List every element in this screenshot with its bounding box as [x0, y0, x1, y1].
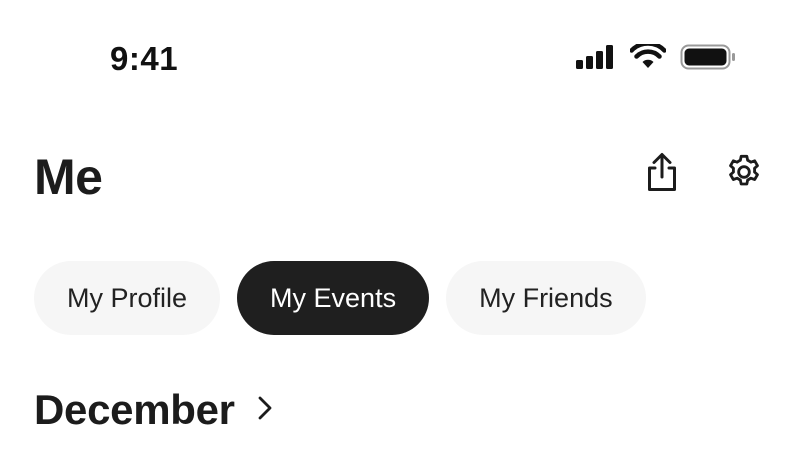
header-actions: [642, 152, 764, 196]
settings-button[interactable]: [724, 152, 764, 196]
month-title: December: [34, 386, 235, 433]
status-time: 9:41: [110, 40, 179, 77]
tab-my-profile[interactable]: My Profile: [34, 261, 221, 335]
share-icon: [644, 152, 680, 197]
battery-icon: [680, 44, 736, 70]
chevron-right-icon: [257, 395, 273, 426]
month-section-heading[interactable]: December: [34, 386, 273, 434]
gear-icon: [724, 152, 764, 197]
cellular-signal-icon: [576, 45, 616, 69]
segmented-tabs: My Profile My Events My Friends: [34, 261, 646, 335]
tab-my-friends[interactable]: My Friends: [446, 261, 646, 335]
share-button[interactable]: [642, 152, 682, 196]
page-title: Me: [34, 149, 103, 205]
tab-my-events[interactable]: My Events: [237, 261, 430, 335]
status-icons: [576, 44, 736, 70]
wifi-icon: [630, 44, 666, 70]
me-screen: 9:41 Me My Profile My Events My Friends …: [0, 0, 800, 450]
